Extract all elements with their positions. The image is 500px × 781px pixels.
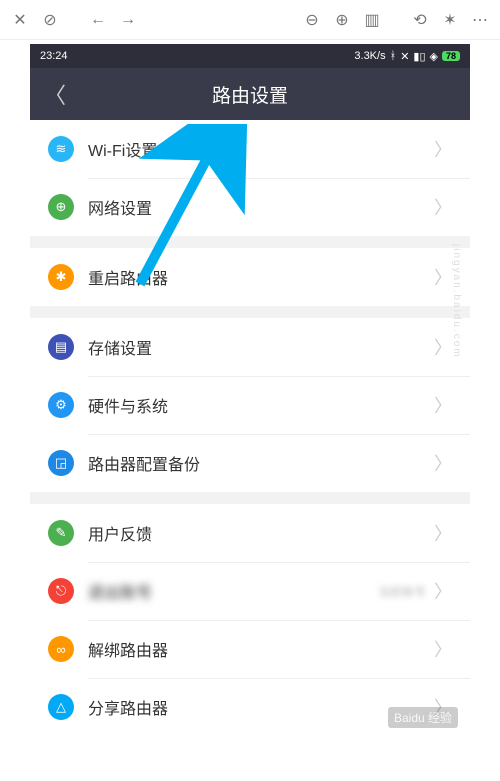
section: ✱ 重启路由器 〉 [30,248,470,306]
network-settings-row[interactable]: ⊕ 网络设置 〉 [30,178,470,236]
back-icon[interactable]: ← [86,8,110,32]
close-tab-icon[interactable]: ✕ [8,8,32,32]
section: ▤存储设置〉⚙硬件与系统〉◲路由器配置备份〉 [30,318,470,492]
brand-watermark: Baidu 经验 [388,707,458,728]
app-header: 〈 路由设置 [30,68,470,120]
share-router-label: 分享路由器 [88,695,168,719]
section: ✎用户反馈〉⎋退出账号当前账号〉∞解绑路由器〉△分享路由器〉 [30,504,470,736]
chevron-right-icon: 〉 [434,334,452,360]
stop-icon[interactable]: ⊘ [38,8,62,32]
status-time: 23:24 [40,50,68,62]
chevron-right-icon: 〉 [434,450,452,476]
network-settings-icon: ⊕ [48,194,74,220]
config-backup-icon: ◲ [48,450,74,476]
restart-router-icon: ✱ [48,264,74,290]
forward-icon[interactable]: → [116,8,140,32]
vibrate-icon: ✕ [400,50,409,63]
hardware-system-icon: ⚙ [48,392,74,418]
restart-router-label: 重启路由器 [88,265,168,289]
hardware-system-row[interactable]: ⚙ 硬件与系统 〉 [30,376,470,434]
config-backup-row[interactable]: ◲ 路由器配置备份 〉 [30,434,470,492]
storage-settings-label: 存储设置 [88,335,152,359]
status-rate: 3.3K/s [354,50,385,62]
unbind-router-label: 解绑路由器 [88,637,168,661]
unbind-router-row[interactable]: ∞ 解绑路由器 〉 [30,620,470,678]
zoom-out-icon[interactable]: ⊖ [300,8,324,32]
user-feedback-label: 用户反馈 [88,521,152,545]
chevron-right-icon: 〉 [434,136,452,162]
browser-toolbar: ✕ ⊘ ← → ⊖ ⊕ ▥ ⟲ ✶ ⋯ [0,0,500,40]
watermark: jingyan.baidu.com [451,244,462,359]
status-bar: 23:24 3.3K/s ᚼ ✕ ▮▯ ◈ 78 [30,44,470,68]
chevron-right-icon: 〉 [434,636,452,662]
reader-icon[interactable]: ▥ [360,8,384,32]
tools-icon[interactable]: ✶ [438,8,462,32]
storage-settings-row[interactable]: ▤ 存储设置 〉 [30,318,470,376]
wifi-settings-label: Wi-Fi设置 [88,137,157,161]
user-feedback-icon: ✎ [48,520,74,546]
bluetooth-icon: ᚼ [390,50,397,62]
logout-icon: ⎋ [48,578,74,604]
battery-indicator: 78 [442,51,460,61]
back-button[interactable]: 〈 [30,68,80,120]
section: ≋Wi-Fi设置〉⊕网络设置〉 [30,120,470,236]
page-title: 路由设置 [30,81,470,108]
unbind-router-icon: ∞ [48,636,74,662]
chevron-right-icon: 〉 [434,578,452,604]
wifi-settings-icon: ≋ [48,136,74,162]
logout-sublabel: 当前账号 [378,583,426,600]
network-settings-label: 网络设置 [88,195,152,219]
logout-label: 退出账号 [88,579,152,603]
restart-router-row[interactable]: ✱ 重启路由器 〉 [30,248,470,306]
share-router-icon: △ [48,694,74,720]
rotate-icon[interactable]: ⟲ [408,8,432,32]
hardware-system-label: 硬件与系统 [88,393,168,417]
phone-screenshot: 23:24 3.3K/s ᚼ ✕ ▮▯ ◈ 78 〈 路由设置 ≋ Wi-Fi设置… [30,44,470,736]
chevron-right-icon: 〉 [434,194,452,220]
wifi-settings-row[interactable]: ≋ Wi-Fi设置 〉 [30,120,470,178]
more-icon[interactable]: ⋯ [468,8,492,32]
config-backup-label: 路由器配置备份 [88,451,200,475]
storage-settings-icon: ▤ [48,334,74,360]
signal-icon: ▮▯ [413,50,425,63]
user-feedback-row[interactable]: ✎ 用户反馈 〉 [30,504,470,562]
chevron-right-icon: 〉 [434,264,452,290]
chevron-right-icon: 〉 [434,392,452,418]
zoom-in-icon[interactable]: ⊕ [330,8,354,32]
logout-row[interactable]: ⎋ 退出账号 当前账号〉 [30,562,470,620]
chevron-right-icon: 〉 [434,520,452,546]
wifi-icon: ◈ [430,50,438,63]
